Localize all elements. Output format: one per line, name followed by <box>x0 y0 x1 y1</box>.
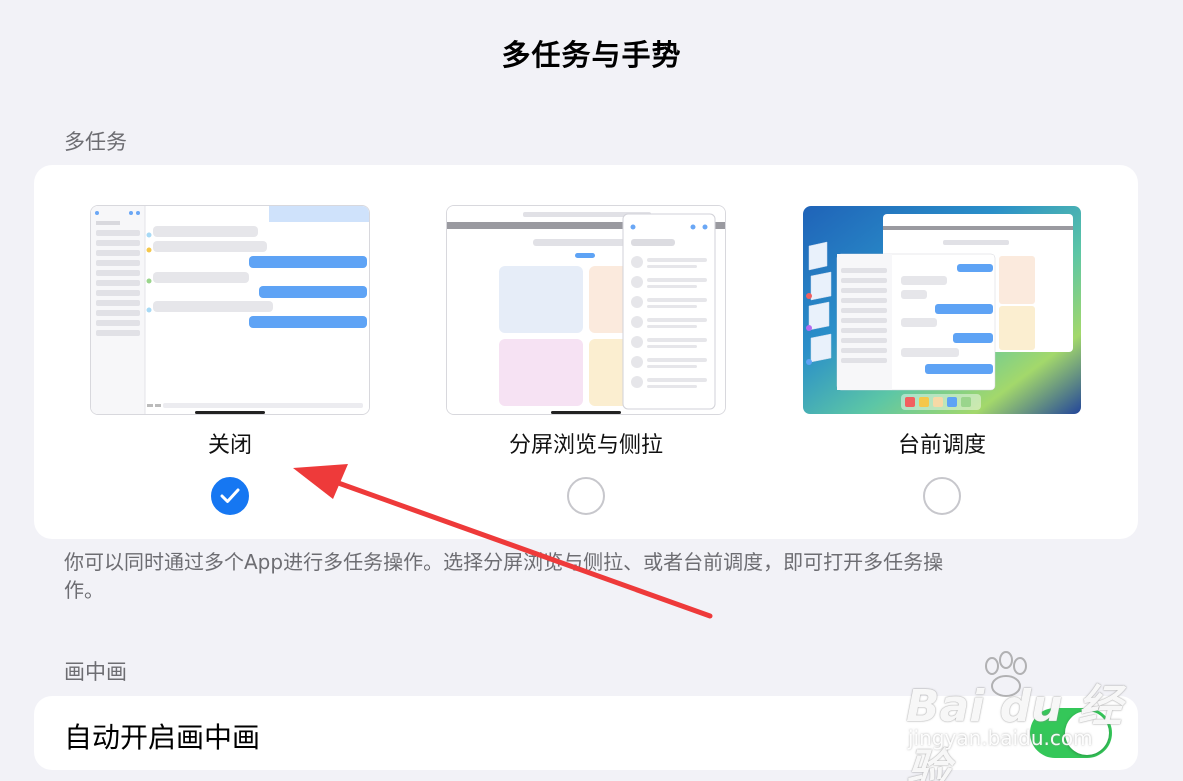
option-stage-manager[interactable]: 台前调度 <box>802 205 1082 515</box>
option-stage-manager-label: 台前调度 <box>897 433 986 458</box>
option-off[interactable]: 关闭 <box>90 205 370 515</box>
option-split-view-radio[interactable] <box>567 477 605 515</box>
option-off-label: 关闭 <box>207 433 252 458</box>
paw-logo-icon <box>985 651 1027 697</box>
checkmark-icon <box>220 488 240 503</box>
split-view-preview-image <box>446 205 726 415</box>
option-off-radio[interactable] <box>211 477 249 515</box>
off-preview-image <box>90 205 370 415</box>
auto-pip-toggle[interactable] <box>1030 708 1112 758</box>
multitasking-footnote: 你可以同时通过多个App进行多任务操作。选择分屏浏览与侧拉、或者台前调度，即可打… <box>64 550 944 602</box>
option-stage-manager-radio[interactable] <box>923 477 961 515</box>
stage-manager-preview-image <box>802 205 1082 415</box>
option-split-view[interactable]: 分屏浏览与侧拉 <box>446 205 726 515</box>
auto-pip-label: 自动开启画中画 <box>64 721 261 754</box>
option-split-view-label: 分屏浏览与侧拉 <box>508 433 663 458</box>
pip-card: 自动开启画中画 <box>34 696 1138 770</box>
pip-section-header: 画中画 <box>64 660 127 684</box>
page-title: 多任务与手势 <box>501 38 682 72</box>
multitasking-section-header: 多任务 <box>64 130 127 154</box>
multitasking-options-card: 关闭 分屏浏览与侧拉 台前调度 <box>34 165 1138 539</box>
toggle-knob <box>1065 711 1109 755</box>
